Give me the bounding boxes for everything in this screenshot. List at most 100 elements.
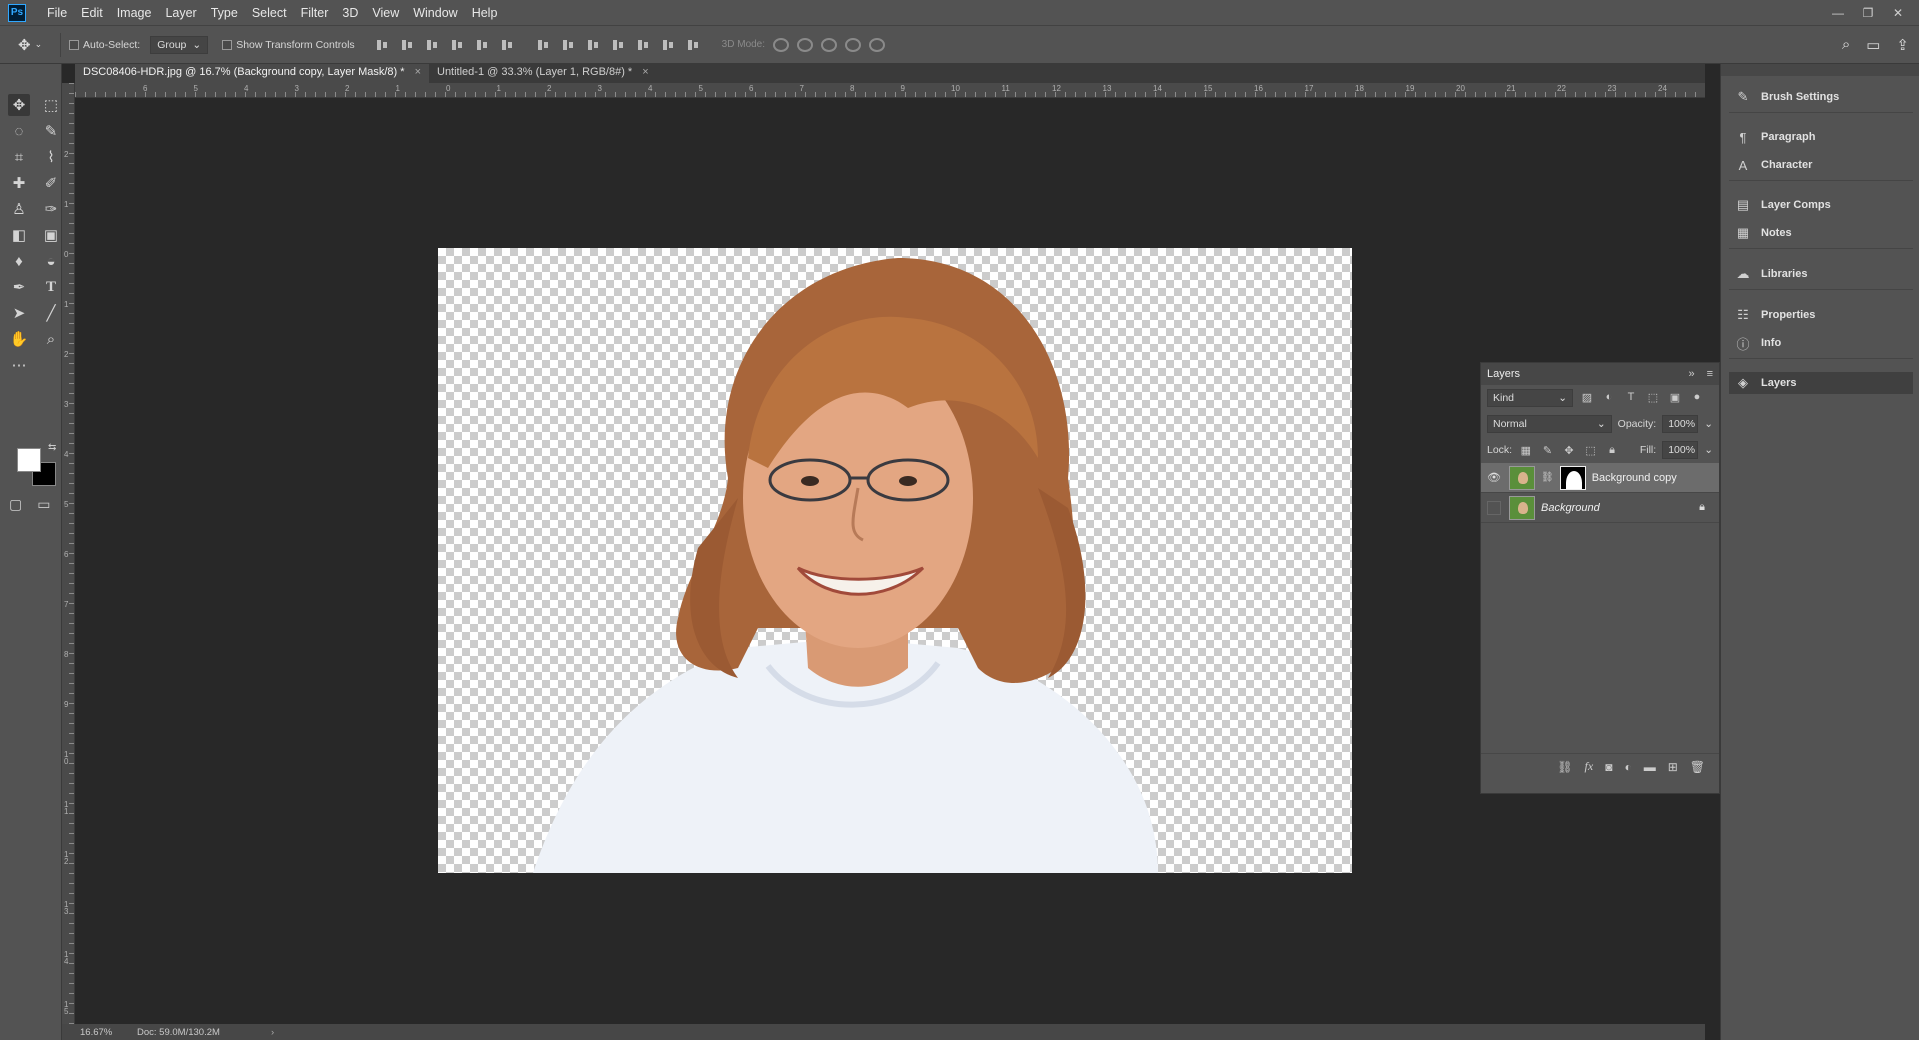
history-brush-tool-icon[interactable]: ✑	[40, 198, 62, 220]
layer-mask-thumbnail[interactable]	[1559, 465, 1586, 490]
crop-tool-icon[interactable]: ⌗	[8, 146, 30, 168]
more-tools-icon[interactable]: ⋯	[8, 354, 30, 376]
dock-item-paragraph[interactable]: ¶ Paragraph	[1729, 126, 1913, 148]
tab-dsc08406[interactable]: DSC08406-HDR.jpg @ 16.7% (Background cop…	[75, 64, 429, 83]
close-icon[interactable]: ×	[415, 66, 421, 83]
eraser-tool-icon[interactable]: ◧	[8, 224, 30, 246]
dock-item-layer-comps[interactable]: ▤ Layer Comps	[1729, 194, 1913, 216]
lock-artboard-icon[interactable]: ⬚	[1583, 444, 1599, 457]
panel-menu-icon[interactable]: ≡	[1707, 368, 1713, 380]
document-canvas[interactable]	[438, 248, 1352, 873]
clone-stamp-tool-icon[interactable]: ♙	[8, 198, 30, 220]
chevron-down-icon[interactable]: ⌄	[1704, 418, 1713, 430]
3d-roll-icon[interactable]	[797, 37, 814, 52]
dock-grip[interactable]	[1721, 64, 1919, 76]
menu-image[interactable]: Image	[110, 6, 159, 20]
menu-layer[interactable]: Layer	[158, 6, 203, 20]
status-menu-arrow[interactable]: ›	[271, 1027, 274, 1038]
dock-item-notes[interactable]: ▦ Notes	[1729, 222, 1913, 244]
layer-style-icon[interactable]: fx	[1585, 759, 1594, 774]
lock-all-icon[interactable]: 🔒︎	[1604, 444, 1620, 457]
foreground-color-swatch[interactable]	[17, 448, 41, 472]
healing-brush-tool-icon[interactable]: ✚	[8, 172, 30, 194]
line-tool-icon[interactable]: ╱	[40, 302, 62, 324]
layer-row-background-copy[interactable]: 👁︎ ⛓︎ Background copy	[1481, 463, 1719, 493]
align-vcenter-icon[interactable]	[400, 38, 416, 52]
tab-untitled-1[interactable]: Untitled-1 @ 33.3% (Layer 1, RGB/8#) * ×	[429, 64, 657, 83]
lock-position-icon[interactable]: ✥	[1561, 444, 1577, 457]
horizontal-ruler[interactable]: 6 5 4 3 2 1 0 1 2 3 4 5 6 7 8 9 10 11 12 13 14 15 16 17 18 19 20 21…	[75, 83, 1705, 98]
zoom-tool-icon[interactable]: ⌕	[40, 328, 62, 350]
gradient-tool-icon[interactable]: ▣	[40, 224, 62, 246]
quick-mask-icon[interactable]: ▢	[9, 496, 22, 513]
share-icon[interactable]: ⇪	[1896, 36, 1909, 54]
restore-button[interactable]: ❐	[1853, 6, 1883, 20]
swap-colors-icon[interactable]: ⇆	[48, 442, 56, 453]
layer-name[interactable]: Background	[1541, 502, 1693, 514]
menu-3d[interactable]: 3D	[335, 6, 365, 20]
distribute-hcenter-icon[interactable]	[636, 38, 652, 52]
link-layers-icon[interactable]: ⛓︎	[1557, 760, 1572, 774]
new-layer-icon[interactable]: ⊞	[1668, 760, 1678, 774]
collapse-icon[interactable]: »	[1688, 368, 1694, 380]
fill-field[interactable]: 100%	[1662, 441, 1699, 459]
zoom-level-field[interactable]: 16.67%	[62, 1027, 137, 1038]
workspace-icon[interactable]: ▭	[1866, 36, 1880, 54]
distribute-right-icon[interactable]	[661, 38, 677, 52]
new-group-icon[interactable]: ▬	[1644, 760, 1656, 774]
menu-view[interactable]: View	[365, 6, 406, 20]
filter-pixel-icon[interactable]: ▨	[1579, 391, 1595, 405]
link-icon[interactable]: ⛓︎	[1541, 472, 1554, 483]
filter-kind-dropdown[interactable]: Kind ⌄	[1487, 389, 1573, 407]
layers-panel-title[interactable]: Layers	[1487, 368, 1520, 380]
layer-row-background[interactable]: Background 🔒︎	[1481, 493, 1719, 523]
menu-window[interactable]: Window	[406, 6, 464, 20]
show-transform-checkbox[interactable]	[222, 39, 233, 50]
close-window-button[interactable]: ✕	[1883, 6, 1913, 20]
screen-mode-icon[interactable]: ▭	[37, 496, 50, 513]
distribute-vcenter-icon[interactable]	[561, 38, 577, 52]
distribute-left-icon[interactable]	[611, 38, 627, 52]
dock-item-info[interactable]: ⓘ Info	[1729, 332, 1913, 354]
lock-transparent-icon[interactable]: ▦	[1518, 444, 1534, 457]
menu-help[interactable]: Help	[465, 6, 505, 20]
distribute-bottom-icon[interactable]	[586, 38, 602, 52]
add-mask-icon[interactable]: ◙	[1605, 760, 1612, 774]
canvas-area[interactable]	[75, 98, 1705, 1028]
auto-select-dropdown[interactable]: Group ⌄	[150, 35, 209, 54]
menu-type[interactable]: Type	[204, 6, 245, 20]
delete-layer-icon[interactable]: 🗑︎	[1690, 760, 1705, 774]
dock-item-properties[interactable]: ☷ Properties	[1729, 304, 1913, 326]
filter-type-icon[interactable]: T	[1623, 391, 1639, 405]
close-icon[interactable]: ×	[642, 66, 648, 83]
eye-icon[interactable]: 👁︎	[1485, 471, 1503, 484]
align-right-icon[interactable]	[500, 38, 516, 52]
opacity-field[interactable]: 100%	[1662, 415, 1699, 433]
lock-image-icon[interactable]: ✎	[1540, 444, 1556, 457]
3d-slide-icon[interactable]	[845, 37, 862, 52]
auto-align-icon[interactable]	[686, 38, 702, 52]
quick-selection-tool-icon[interactable]: ✎	[40, 120, 62, 142]
3d-scale-icon[interactable]	[869, 37, 886, 52]
dock-item-brush-settings[interactable]: ✎ Brush Settings	[1729, 86, 1913, 108]
move-tool-icon[interactable]: ✥	[8, 94, 30, 116]
filter-smart-object-icon[interactable]: ▣	[1667, 391, 1683, 405]
layer-name[interactable]: Background copy	[1592, 472, 1715, 484]
vertical-ruler[interactable]: 2101234567891 01 11 21 31 41 5	[62, 83, 75, 1028]
move-tool-preset[interactable]: ✥ ⌄	[18, 36, 52, 54]
dock-item-libraries[interactable]: ☁ Libraries	[1729, 263, 1913, 285]
pen-tool-icon[interactable]: ✒	[8, 276, 30, 298]
dock-item-layers[interactable]: ◈ Layers	[1729, 372, 1913, 394]
align-left-icon[interactable]	[450, 38, 466, 52]
filter-toggle-icon[interactable]: ●	[1689, 391, 1705, 405]
menu-edit[interactable]: Edit	[74, 6, 110, 20]
chevron-down-icon[interactable]: ⌄	[1704, 444, 1713, 456]
eyedropper-tool-icon[interactable]: ⌇	[40, 146, 62, 168]
align-top-icon[interactable]	[375, 38, 391, 52]
menu-filter[interactable]: Filter	[294, 6, 336, 20]
distribute-top-icon[interactable]	[536, 38, 552, 52]
blur-tool-icon[interactable]: ♦	[8, 250, 30, 272]
hand-tool-icon[interactable]: ✋	[8, 328, 30, 350]
filter-shape-icon[interactable]: ⬚	[1645, 391, 1661, 405]
brush-tool-icon[interactable]: ✐	[40, 172, 62, 194]
